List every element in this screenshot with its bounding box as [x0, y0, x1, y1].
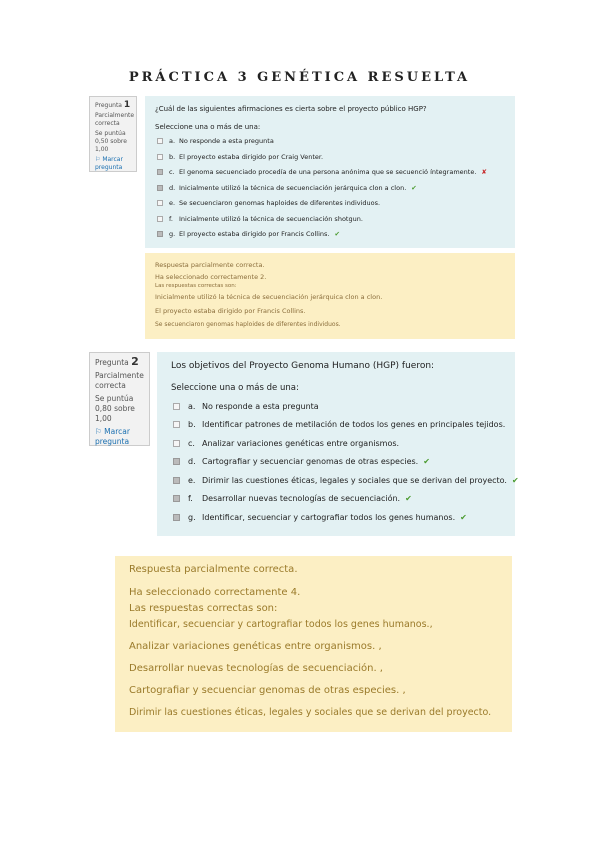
instruction-text: Seleccione una o más de una:: [155, 123, 261, 131]
option-letter: f.: [169, 214, 173, 223]
question-2-content: Los objetivos del Proyecto Genoma Humano…: [157, 352, 519, 536]
question-state: Parcialmente correcta: [95, 112, 135, 127]
question-score: Se puntúa 0,50 sobre 1,00: [95, 130, 127, 153]
option-letter: a.: [169, 137, 176, 145]
feedback-answer: Identificar, secuenciar y cartografiar t…: [129, 619, 433, 630]
correct-icon: ✔: [511, 475, 519, 485]
option-letter: b.: [169, 152, 176, 161]
option-label: No responde a esta pregunta: [179, 137, 274, 145]
option-checkbox[interactable]: [157, 215, 163, 222]
answer-option[interactable]: c. El genoma secuenciado procedía de una …: [157, 167, 487, 177]
feedback-selected: Ha seleccionado correctamente 4.: [129, 587, 301, 598]
option-letter: g.: [169, 230, 176, 238]
question-2-info: Pregunta 2 Parcialmente correcta Se punt…: [89, 352, 150, 446]
answer-option[interactable]: c. Analizar variaciones genéticas entre o…: [173, 437, 399, 449]
answer-option[interactable]: d. Inicialmente utilizó la técnica de sec…: [157, 183, 417, 193]
question-text: ¿Cuál de las siguientes afirmaciones es …: [155, 105, 427, 113]
page-title: PRÁCTICA 3 GENÉTICA RESUELTA: [128, 70, 471, 85]
option-label: Identificar patrones de metilación de to…: [202, 420, 506, 429]
correct-icon: ✔: [411, 183, 417, 192]
option-label: El proyecto estaba dirigido por Francis …: [179, 230, 330, 238]
feedback-summary: Respuesta parcialmente correcta.: [129, 564, 298, 575]
option-label: Identificar, secuenciar y cartografiar t…: [202, 512, 456, 522]
flag-question-link[interactable]: ⚐ Marcar pregunta: [95, 427, 144, 447]
answer-option[interactable]: f. Desarrollar nuevas tecnologías de secu…: [173, 493, 412, 505]
correct-icon: ✔: [405, 494, 412, 503]
option-checkbox[interactable]: [173, 439, 180, 447]
answer-option[interactable]: b. Identificar patrones de metilación de …: [173, 419, 505, 431]
feedback-answer: Desarrollar nuevas tecnologías de secuen…: [129, 663, 383, 674]
option-checkbox[interactable]: [157, 169, 163, 175]
feedback-answer: Cartografiar y secuenciar genomas de otr…: [129, 685, 406, 696]
option-checkbox[interactable]: [157, 231, 163, 237]
option-label: Desarrollar nuevas tecnologías de secuen…: [202, 494, 401, 503]
option-letter: e.: [188, 475, 196, 485]
option-label: Analizar variaciones genéticas entre org…: [202, 438, 400, 448]
option-letter: a.: [188, 401, 196, 411]
option-checkbox[interactable]: [173, 513, 180, 521]
option-letter: d.: [188, 457, 196, 466]
feedback-answer: El proyecto estaba dirigido por Francis …: [155, 307, 306, 315]
option-letter: e.: [169, 199, 176, 207]
question-number: Pregunta 1: [95, 100, 131, 110]
option-label: El genoma secuenciado procedía de una pe…: [179, 168, 477, 176]
correct-icon: ✔: [334, 230, 340, 238]
option-letter: c.: [188, 438, 195, 448]
flag-question-link[interactable]: ⚐ Marcar pregunta: [95, 156, 131, 172]
option-letter: d.: [169, 183, 176, 192]
option-label: Dirimir las cuestiones éticas, legales y…: [202, 475, 507, 485]
option-letter: g.: [188, 512, 196, 522]
option-letter: b.: [188, 420, 196, 429]
incorrect-icon: ✘: [481, 168, 487, 176]
option-checkbox[interactable]: [157, 138, 163, 144]
option-letter: c.: [169, 168, 175, 176]
option-checkbox[interactable]: [173, 495, 180, 502]
option-checkbox[interactable]: [173, 402, 180, 410]
answer-option[interactable]: e. Se secuenciaron genomas haploides de d…: [157, 198, 380, 208]
option-label: Cartografiar y secuenciar genomas de otr…: [202, 457, 419, 466]
answer-option[interactable]: g. Identificar, secuenciar y cartografiar…: [173, 511, 467, 523]
option-label: El proyecto estaba dirigido por Craig Ve…: [179, 152, 324, 161]
feedback-correct-heading: Las respuestas correctas son:: [129, 603, 278, 614]
option-label: Inicialmente utilizó la técnica de secue…: [179, 183, 407, 192]
option-checkbox[interactable]: [157, 200, 163, 206]
answer-option[interactable]: d. Cartografiar y secuenciar genomas de o…: [173, 456, 430, 468]
flag-icon: ⚐: [95, 427, 102, 436]
answer-option[interactable]: f. Inicialmente utilizó la técnica de sec…: [157, 214, 363, 224]
correct-icon: ✔: [460, 512, 467, 522]
correct-icon: ✔: [423, 457, 430, 466]
question-text: Los objetivos del Proyecto Genoma Humano…: [171, 361, 435, 371]
option-label: Se secuenciaron genomas haploides de dif…: [179, 199, 381, 207]
question-1-info: Pregunta 1 Parcialmente correcta Se punt…: [89, 96, 137, 172]
question-state: Parcialmente correcta: [95, 371, 144, 390]
flag-icon: ⚐: [95, 156, 101, 163]
option-checkbox[interactable]: [157, 184, 163, 191]
feedback-answer: Se secuenciaron genomas haploides de dif…: [155, 321, 341, 328]
question-1-feedback: Respuesta parcialmente correcta. Ha sele…: [145, 253, 515, 339]
option-label: Inicialmente utilizó la técnica de secue…: [179, 214, 363, 223]
option-checkbox[interactable]: [173, 458, 180, 465]
answer-option[interactable]: b. El proyecto estaba dirigido por Craig …: [157, 152, 323, 162]
feedback-selected: Ha seleccionado correctamente 2.: [155, 273, 267, 281]
question-number: Pregunta 2: [95, 355, 139, 368]
feedback-answer: Inicialmente utilizó la técnica de secue…: [155, 293, 383, 301]
question-2-feedback: Respuesta parcialmente correcta. Ha sele…: [115, 556, 512, 732]
option-letter: f.: [188, 494, 193, 503]
question-score: Se puntúa 0,80 sobre 1,00: [95, 394, 135, 423]
answer-option[interactable]: g. El proyecto estaba dirigido por Franci…: [157, 229, 340, 239]
option-checkbox[interactable]: [173, 476, 180, 484]
option-checkbox[interactable]: [173, 421, 180, 428]
answer-option[interactable]: a. No responde a esta pregunta: [157, 136, 274, 146]
question-1-content: ¿Cuál de las siguientes afirmaciones es …: [145, 96, 515, 248]
feedback-correct-heading: Las respuestas correctas son:: [155, 283, 237, 289]
option-label: No responde a esta pregunta: [202, 401, 319, 411]
instruction-text: Seleccione una o más de una:: [171, 383, 299, 393]
feedback-summary: Respuesta parcialmente correcta.: [155, 261, 265, 269]
feedback-answer: Dirimir las cuestiones éticas, legales y…: [129, 707, 492, 718]
feedback-answer: Analizar variaciones genéticas entre org…: [129, 641, 382, 652]
answer-option[interactable]: e. Dirimir las cuestiones éticas, legales…: [173, 474, 519, 486]
answer-option[interactable]: a. No responde a esta pregunta: [173, 400, 319, 412]
option-checkbox[interactable]: [157, 153, 163, 160]
